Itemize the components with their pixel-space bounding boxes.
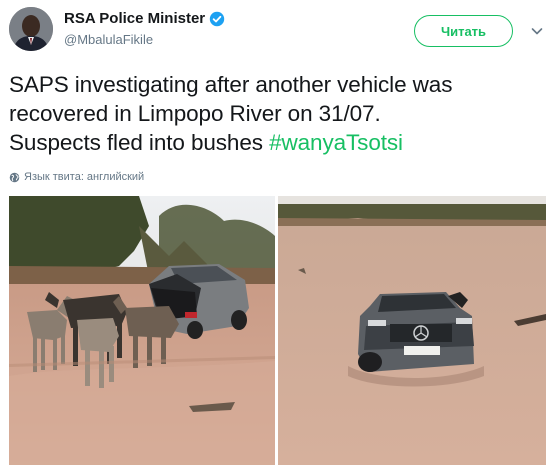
tweet-language-note: Язык твита: английский xyxy=(9,171,144,183)
language-note-text: Язык твита: английский xyxy=(24,171,145,183)
avatar[interactable] xyxy=(9,7,53,51)
hashtag-link[interactable]: #wanyaTsotsi xyxy=(269,130,403,155)
user-handle[interactable]: @MbalulaFikile xyxy=(64,32,153,47)
tweet-photo-right[interactable] xyxy=(278,196,546,465)
display-name[interactable]: RSA Police Minister xyxy=(64,10,225,27)
tweet-line-text: Suspects fled into bushes xyxy=(9,130,270,155)
follow-button[interactable]: Читать xyxy=(414,15,513,47)
verified-badge-icon xyxy=(209,11,225,26)
photo-car-in-riverbed xyxy=(278,196,546,465)
photo-donkeys-and-car xyxy=(9,196,275,465)
avatar-photo xyxy=(9,7,53,51)
tweet-line: SAPS investigating after another vehicle… xyxy=(9,72,453,97)
tweet-photo-left[interactable] xyxy=(9,196,275,465)
display-name-text: RSA Police Minister xyxy=(64,10,206,27)
tweet-line: Suspects fled into bushes #wanyaTsotsi xyxy=(9,128,549,157)
tweet-text: SAPS investigating after another vehicle… xyxy=(9,70,549,157)
globe-icon xyxy=(9,172,20,182)
tweet-line: recovered in Limpopo River on 31/07. xyxy=(9,101,381,126)
chevron-down-icon[interactable] xyxy=(529,23,545,39)
